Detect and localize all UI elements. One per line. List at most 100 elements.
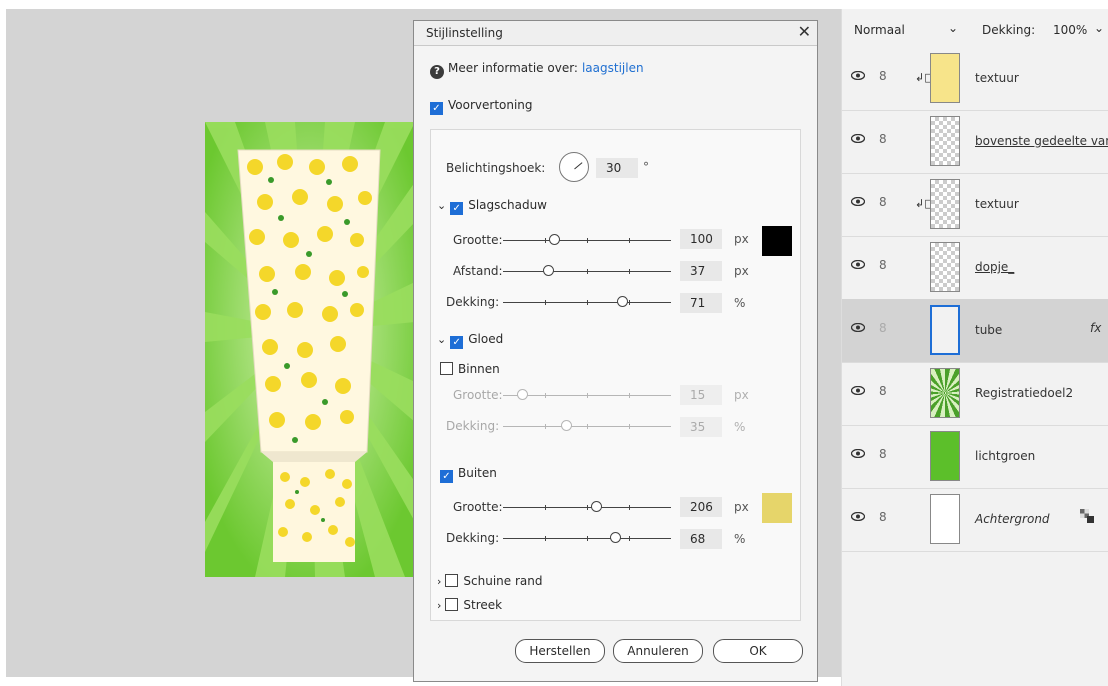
chevron-down-icon[interactable]: ⌄ (1094, 21, 1104, 35)
shadow-distance-input[interactable]: 37 (680, 261, 722, 281)
cancel-button[interactable]: Annuleren (613, 639, 703, 663)
layer-thumbnail (930, 179, 960, 229)
angle-input[interactable]: 30 (596, 158, 638, 178)
outer-size-slider[interactable] (503, 501, 671, 512)
layer-row[interactable]: 8 dopje_ (842, 236, 1108, 300)
link-icon[interactable]: 8 (879, 447, 887, 461)
link-icon[interactable]: 8 (879, 132, 887, 146)
slider-knob[interactable] (591, 501, 602, 512)
inner-opacity-input[interactable]: 35 (680, 417, 722, 437)
link-icon[interactable]: 8 (879, 195, 887, 209)
shadow-opacity-input[interactable]: 71 (680, 293, 722, 313)
layer-thumbnail (930, 368, 960, 418)
shadow-opacity-slider[interactable] (503, 296, 671, 307)
outer-opacity-slider[interactable] (503, 532, 671, 543)
eye-icon[interactable] (851, 260, 865, 269)
chevron-down-icon[interactable]: ⌄ (437, 333, 446, 346)
link-icon[interactable]: 8 (879, 384, 887, 398)
slider-knob[interactable] (549, 234, 560, 245)
link-icon[interactable]: 8 (879, 321, 887, 335)
inner-opacity-label: Dekking: (446, 419, 500, 433)
glow-checkbox[interactable]: ✓ (450, 336, 464, 349)
eye-icon[interactable] (851, 71, 865, 80)
stroke-checkbox[interactable] (445, 598, 459, 611)
layer-name[interactable]: textuur (975, 197, 1019, 211)
inner-size-unit: px (734, 388, 749, 402)
layer-thumbnail (930, 305, 960, 355)
outer-glow-row[interactable]: ✓ Buiten (440, 466, 497, 483)
preview-checkbox-row[interactable]: ✓ Voorvertoning (430, 98, 533, 115)
slider-knob[interactable] (543, 265, 554, 276)
layer-name[interactable]: textuur (975, 71, 1019, 85)
drop-shadow-header[interactable]: ⌄ ✓ Slagschaduw (437, 198, 547, 215)
shadow-distance-label: Afstand: (453, 264, 503, 278)
layer-row[interactable]: 8 bovenste gedeelte van t... (842, 110, 1108, 174)
slider-knob[interactable] (610, 532, 621, 543)
slider-knob[interactable] (517, 389, 528, 400)
bevel-label: Schuine rand (463, 574, 543, 588)
ok-button[interactable]: OK (713, 639, 803, 663)
link-icon[interactable]: 8 (879, 510, 887, 524)
eye-icon[interactable] (851, 512, 865, 521)
angle-label: Belichtingshoek: (446, 161, 546, 175)
layer-row[interactable]: 8 lichtgroen (842, 425, 1108, 489)
bevel-checkbox[interactable] (445, 574, 459, 587)
eye-icon[interactable] (851, 386, 865, 395)
preview-checkbox[interactable]: ✓ (430, 102, 443, 115)
stroke-row[interactable]: › Streek (437, 598, 502, 612)
link-icon[interactable]: 8 (879, 258, 887, 272)
chevron-right-icon[interactable]: › (437, 575, 441, 588)
bevel-row[interactable]: › Schuine rand (437, 574, 542, 588)
shadow-distance-slider[interactable] (503, 265, 671, 276)
drop-shadow-checkbox[interactable]: ✓ (450, 202, 464, 215)
shadow-size-input[interactable]: 100 (680, 229, 722, 249)
layer-name[interactable]: dopje_ (975, 260, 1014, 274)
outer-opacity-input[interactable]: 68 (680, 529, 722, 549)
layer-name[interactable]: lichtgroen (975, 449, 1035, 463)
outer-glow-color-swatch[interactable] (762, 493, 792, 523)
outer-size-input[interactable]: 206 (680, 497, 722, 517)
shadow-distance-unit: px (734, 264, 749, 278)
inner-size-slider[interactable] (503, 389, 671, 400)
layer-row-selected[interactable]: 8 tube fx (842, 299, 1108, 363)
layers-panel: Normaal ⌄ Dekking: 100% ⌄ 8 ↲□ textuur 8… (841, 9, 1108, 686)
glow-header[interactable]: ⌄ ✓ Gloed (437, 332, 503, 349)
layer-row[interactable]: 8 Registratiedoel2 (842, 362, 1108, 426)
shadow-color-swatch[interactable] (762, 226, 792, 256)
inner-opacity-slider[interactable] (503, 420, 671, 431)
inner-glow-checkbox[interactable] (440, 362, 453, 375)
close-icon[interactable]: ✕ (798, 22, 811, 41)
eye-icon[interactable] (851, 197, 865, 206)
layer-row[interactable]: 8 ↲□ textuur (842, 173, 1108, 237)
blend-mode-select[interactable]: Normaal (854, 23, 905, 37)
chevron-down-icon[interactable]: ⌄ (437, 199, 446, 212)
eye-icon[interactable] (851, 323, 865, 332)
chevron-down-icon[interactable]: ⌄ (948, 21, 958, 35)
opacity-value[interactable]: 100% (1053, 23, 1087, 37)
layer-row[interactable]: 8 Achtergrond (842, 488, 1108, 552)
chevron-right-icon[interactable]: › (437, 599, 441, 612)
fx-icon[interactable]: fx (1090, 321, 1101, 335)
layer-name[interactable]: tube (975, 323, 1002, 337)
inner-size-input[interactable]: 15 (680, 385, 722, 405)
outer-glow-checkbox[interactable]: ✓ (440, 470, 453, 483)
eye-icon[interactable] (851, 134, 865, 143)
layer-row[interactable]: 8 ↲□ textuur (842, 47, 1108, 111)
inner-glow-row[interactable]: Binnen (440, 362, 500, 376)
layers-header: Normaal ⌄ Dekking: 100% ⌄ (842, 9, 1108, 47)
lock-icon (1080, 509, 1094, 523)
eye-icon[interactable] (851, 449, 865, 458)
layer-name[interactable]: bovenste gedeelte van t... (975, 134, 1108, 148)
reset-button[interactable]: Herstellen (515, 639, 605, 663)
slider-knob[interactable] (561, 420, 572, 431)
link-icon[interactable]: 8 (879, 69, 887, 83)
layer-name[interactable]: Registratiedoel2 (975, 386, 1073, 400)
shadow-size-slider[interactable] (503, 234, 671, 245)
layer-styles-link[interactable]: laagstijlen (582, 61, 644, 75)
artwork-image (205, 122, 415, 577)
angle-dial[interactable] (559, 152, 589, 182)
dialog-titlebar[interactable]: Stijlinstelling ✕ (414, 21, 817, 46)
layer-name[interactable]: Achtergrond (975, 512, 1050, 526)
layer-thumbnail (930, 242, 960, 292)
slider-knob[interactable] (617, 296, 628, 307)
